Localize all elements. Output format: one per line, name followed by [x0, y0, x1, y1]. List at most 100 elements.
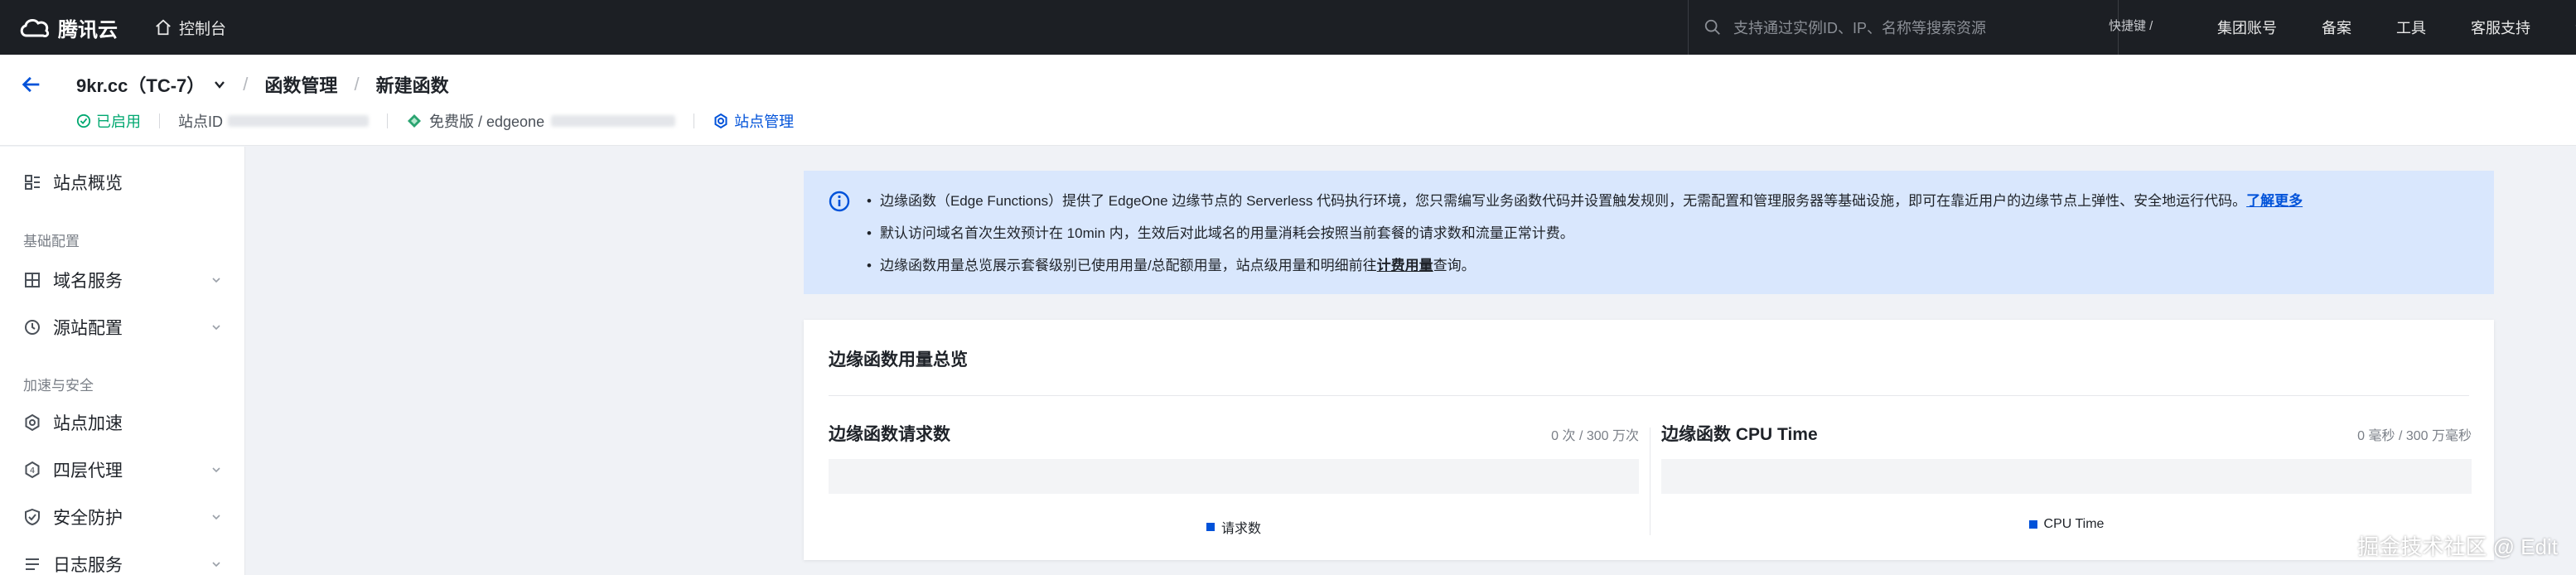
meta-divider	[159, 114, 160, 128]
chevron-down-icon	[212, 515, 220, 520]
notice-text: 边缘函数用量总览展示套餐级别已使用用量/总配额用量，站点级用量和明细前往	[879, 258, 1377, 273]
check-circle-icon	[76, 114, 91, 128]
notice-list: 边缘函数（Edge Functions）提供了 EdgeOne 边缘节点的 Se…	[867, 189, 2303, 286]
console-label: 控制台	[179, 20, 227, 38]
usage-overview-card: 边缘函数用量总览 边缘函数请求数 0 次 / 300 万次 请求数 边缘函数 C…	[804, 320, 2494, 560]
top-nav-bar: 腾讯云 控制台 支持通过实例ID、IP、名称等搜索资源 快捷键 / 集团账号 备…	[0, 0, 2576, 55]
search-input[interactable]: 支持通过实例ID、IP、名称等搜索资源	[1733, 17, 1986, 38]
shortcut-hint: 快捷键 /	[2109, 19, 2153, 33]
site-id-redacted	[228, 115, 369, 127]
list-icon	[26, 558, 39, 570]
home-icon	[156, 19, 171, 36]
svg-text:4: 4	[30, 466, 35, 476]
cloud-logo-icon	[20, 18, 50, 37]
dashboard-icon	[25, 175, 40, 190]
legend-label: CPU Time	[2043, 517, 2105, 531]
site-selector[interactable]: 9kr.cc（TC-7）	[76, 71, 226, 98]
site-meta: 已启用 站点ID 免费版 / edgeone 站点管理	[76, 111, 794, 131]
legend-swatch	[1206, 523, 1215, 531]
card-divider	[829, 395, 2469, 396]
plan-diamond-icon	[408, 114, 421, 128]
sidebar-item-domain[interactable]: 域名服务	[23, 268, 222, 292]
card-title: 边缘函数用量总览	[829, 350, 968, 370]
requests-title: 边缘函数请求数	[829, 425, 950, 444]
info-notice: 边缘函数（Edge Functions）提供了 EdgeOne 边缘节点的 Se…	[804, 171, 2494, 294]
breadcrumb-separator: /	[354, 74, 360, 94]
sidebar-item-label: 源站配置	[53, 319, 123, 338]
nav-group-account[interactable]: 集团账号	[2217, 17, 2277, 38]
notice-item: 边缘函数（Edge Functions）提供了 EdgeOne 边缘节点的 Se…	[867, 189, 2303, 221]
chevron-down-icon	[212, 278, 220, 283]
legend-label: 请求数	[1220, 522, 1261, 536]
plan-label: 免费版 / edgeone	[429, 114, 545, 130]
site-id-label: 站点ID	[178, 114, 223, 130]
proxy-icon: 4	[25, 461, 40, 479]
sidebar-item-security[interactable]: 安全防护	[23, 505, 222, 529]
cpu-value: 0 毫秒 / 300 万毫秒	[2357, 429, 2472, 443]
cpu-legend: CPU Time	[1661, 517, 2472, 532]
chevron-down-icon	[215, 81, 225, 89]
nav-tools[interactable]: 工具	[2396, 17, 2426, 38]
back-arrow-icon[interactable]	[20, 73, 43, 96]
sidebar-item-site-accel[interactable]: 站点加速	[23, 410, 222, 435]
cpu-usage-bar	[1661, 459, 2472, 494]
notice-text: 默认访问域名首次生效预计在 10min 内，生效后对此域名的用量消耗会按照当前套…	[879, 225, 1574, 241]
chevron-down-icon	[212, 325, 220, 331]
site-manage-link[interactable]: 站点管理	[713, 110, 794, 132]
nav-support[interactable]: 客服支持	[2471, 17, 2530, 38]
sidebar-group-accel: 加速与安全	[23, 378, 94, 394]
sidebar-item-overview[interactable]: 站点概览	[23, 170, 222, 195]
status-text: 已启用	[96, 114, 141, 130]
top-nav-links: 集团账号 备案 工具 客服支持 试用	[2217, 0, 2576, 55]
chevron-down-icon	[212, 562, 220, 568]
sidebar-item-label: 四层代理	[53, 461, 123, 481]
history-icon	[25, 320, 40, 335]
notice-text: 查询。	[1433, 258, 1476, 273]
notice-text: 边缘函数（Edge Functions）提供了 EdgeOne 边缘节点的 Se…	[879, 193, 2247, 209]
plan-redacted	[551, 115, 676, 127]
meta-divider	[387, 114, 388, 128]
legend-swatch	[2028, 520, 2037, 529]
sidebar-item-label: 安全防护	[53, 509, 123, 528]
breadcrumb-new-function: 新建函数	[375, 75, 449, 96]
requests-legend: 请求数	[829, 517, 1639, 537]
search-icon	[1704, 19, 1720, 35]
status-badge: 已启用	[76, 110, 141, 132]
sidebar-item-label: 站点加速	[53, 414, 123, 433]
breadcrumb: 9kr.cc（TC-7） / 函数管理 / 新建函数	[76, 71, 449, 98]
breadcrumb-function-management[interactable]: 函数管理	[264, 71, 337, 98]
console-link[interactable]: 控制台	[154, 17, 226, 39]
shield-icon	[25, 508, 40, 526]
nav-filing[interactable]: 备案	[2322, 17, 2351, 38]
requests-panel: 边缘函数请求数 0 次 / 300 万次 请求数	[829, 421, 1639, 553]
plan-info: 免费版 / edgeone	[406, 110, 676, 132]
sidebar-item-label: 日志服务	[53, 556, 123, 575]
requests-value: 0 次 / 300 万次	[1551, 429, 1639, 443]
requests-usage-bar	[829, 459, 1639, 494]
sidebar-item-label: 站点概览	[53, 174, 123, 193]
learn-more-link[interactable]: 了解更多	[2246, 193, 2303, 209]
sidebar: 站点概览 基础配置 域名服务 源站配置 加速与安全 站点加速 4 四层代理 安全…	[0, 147, 245, 575]
sidebar-item-l4-proxy[interactable]: 4 四层代理	[23, 457, 222, 482]
site-manage-label: 站点管理	[734, 114, 795, 130]
notice-item: 边缘函数用量总览展示套餐级别已使用用量/总配额用量，站点级用量和明细前往计费用量…	[867, 254, 2303, 286]
global-search[interactable]: 支持通过实例ID、IP、名称等搜索资源	[1688, 0, 2119, 55]
breadcrumb-separator: /	[243, 74, 249, 94]
sidebar-group-basic: 基础配置	[23, 234, 80, 249]
cpu-panel: 边缘函数 CPU Time 0 毫秒 / 300 万毫秒 CPU Time	[1661, 421, 2472, 553]
sidebar-item-origin[interactable]: 源站配置	[23, 315, 222, 340]
tencent-cloud-logo[interactable]: 腾讯云	[18, 13, 118, 42]
sidebar-item-label: 域名服务	[53, 272, 123, 291]
domain-icon	[25, 273, 40, 288]
chevron-down-icon	[212, 467, 220, 473]
page-header: 9kr.cc（TC-7） / 函数管理 / 新建函数 已启用 站点ID 免费版 …	[0, 55, 2576, 146]
watermark: 掘金技术社区 @ Edit	[2357, 534, 2558, 559]
accelerate-icon	[25, 413, 40, 432]
billing-usage-link[interactable]: 计费用量	[1377, 258, 1433, 273]
gear-icon	[714, 113, 727, 129]
notice-item: 默认访问域名首次生效预计在 10min 内，生效后对此域名的用量消耗会按照当前套…	[867, 221, 2303, 254]
sidebar-item-logs[interactable]: 日志服务	[23, 552, 222, 575]
info-icon	[829, 191, 850, 212]
site-name: 9kr.cc（TC-7）	[76, 75, 205, 96]
logo-text: 腾讯云	[58, 18, 118, 41]
